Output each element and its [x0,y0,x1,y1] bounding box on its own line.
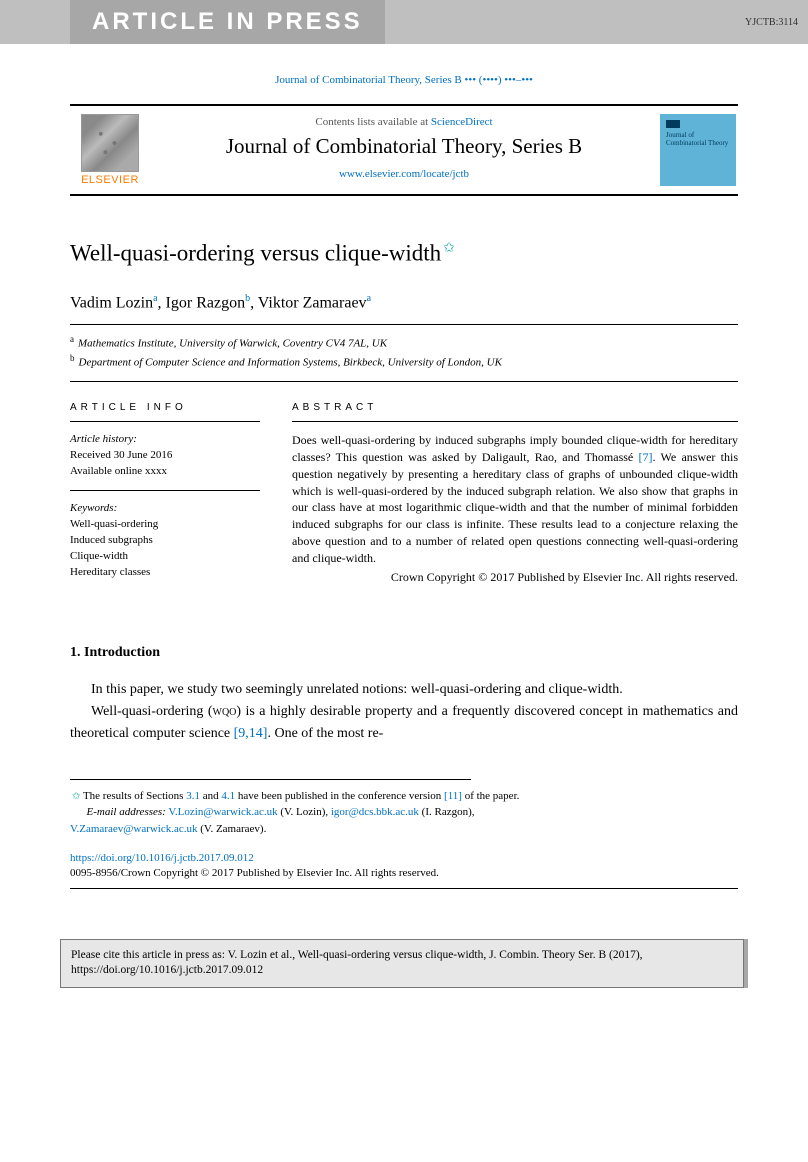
fn-a: The results of Sections [83,790,186,802]
star-icon: ✩ [72,791,80,802]
ref-11[interactable]: [11] [444,790,462,802]
elsevier-tree-icon [81,114,139,172]
citation-line: Journal of Combinatorial Theory, Series … [70,74,738,86]
abstract-column: ABSTRACT Does well-quasi-ordering by ind… [292,402,738,585]
footnote-emails-2: V.Zamaraev@warwick.ac.uk (V. Zamaraev). [70,821,738,838]
doi-block: https://doi.org/10.1016/j.jctb.2017.09.0… [70,851,738,889]
article-history: Article history: Received 30 June 2016 A… [70,432,260,491]
received-date: Received 30 June 2016 [70,448,260,464]
abstract-copyright: Crown Copyright © 2017 Published by Else… [292,569,738,586]
ref-3-1[interactable]: 3.1 [186,790,200,802]
cite-box: Please cite this article in press as: V.… [60,939,748,988]
abstract-text: Does well-quasi-ordering by induced subg… [292,432,738,566]
section-title: Introduction [84,645,160,660]
email-2-who: (I. Razgon), [419,806,475,818]
fn-mid: and [200,790,221,802]
keyword-4: Hereditary classes [70,565,260,581]
section-num: 1. [70,645,81,660]
contents-prefix: Contents lists available at [315,116,430,128]
ref-7[interactable]: [7] [639,450,653,464]
authors-line: Vadim Lozina, Igor Razgonb, Viktor Zamar… [70,293,738,325]
fn-c: of the paper. [462,790,519,802]
affiliation-a: Mathematics Institute, University of War… [78,338,387,350]
keyword-3: Clique-width [70,549,260,565]
author-3: , Viktor Zamaraev [250,294,366,311]
sciencedirect-link[interactable]: ScienceDirect [431,116,493,128]
abstract-heading: ABSTRACT [292,402,738,422]
press-banner: ARTICLE IN PRESS YJCTB:3114 [0,0,808,44]
para2-c: . One of the most re- [267,726,383,741]
journal-url[interactable]: www.elsevier.com/locate/jctb [339,168,469,180]
email-3[interactable]: V.Zamaraev@warwick.ac.uk [70,823,198,835]
keyword-2: Induced subgraphs [70,533,260,549]
wqo-abbrev: wqo [213,704,237,719]
elsevier-brand: ELSEVIER [81,174,139,186]
author-2: , Igor Razgon [158,294,246,311]
email-2[interactable]: igor@dcs.bbk.ac.uk [331,806,419,818]
info-abstract-row: ARTICLE INFO Article history: Received 3… [70,402,738,585]
article-info-heading: ARTICLE INFO [70,402,260,422]
doi-copyright: 0095-8956/Crown Copyright © 2017 Publish… [70,866,738,881]
article-info-column: ARTICLE INFO Article history: Received 3… [70,402,260,585]
cover-text: Journal of Combinatorial Theory [666,132,730,147]
author-1: Vadim Lozin [70,294,153,311]
journal-header: ELSEVIER Contents lists available at Sci… [70,104,738,196]
email-1-who: (V. Lozin), [278,806,331,818]
available-online: Available online xxxx [70,464,260,480]
affiliations: aMathematics Institute, University of Wa… [70,333,738,382]
journal-cover-thumb: Journal of Combinatorial Theory [660,114,736,186]
footnote-star-icon: ✩ [443,241,455,256]
journal-name: Journal of Combinatorial Theory, Series … [154,134,654,159]
ref-9-14[interactable]: [9,14] [234,726,268,741]
banner-left-stripe [0,0,70,44]
elsevier-logo: ELSEVIER [70,110,150,190]
keywords-label: Keywords: [70,501,260,517]
email-1[interactable]: V.Lozin@warwick.ac.uk [168,806,277,818]
affiliation-b: Department of Computer Science and Infor… [79,357,502,369]
intro-para-2: Well-quasi-ordering (wqo) is a highly de… [70,701,738,744]
article-title: Well-quasi-ordering versus clique-width✩ [70,240,738,267]
section-1-heading: 1. Introduction [70,645,738,661]
email-3-who: (V. Zamaraev). [198,823,267,835]
para2-a: Well-quasi-ordering ( [91,704,213,719]
intro-para-1: In this paper, we study two seemingly un… [70,679,738,701]
doi-link[interactable]: https://doi.org/10.1016/j.jctb.2017.09.0… [70,851,738,866]
footnote-star: ✩ The results of Sections 3.1 and 4.1 ha… [70,788,738,805]
title-text: Well-quasi-ordering versus clique-width [70,241,441,266]
banner-text: ARTICLE IN PRESS [70,0,385,44]
fn-b: have been published in the conference ve… [235,790,444,802]
author-3-aff: a [367,293,371,304]
keyword-1: Well-quasi-ordering [70,517,260,533]
history-label: Article history: [70,432,260,448]
keywords-block: Keywords: Well-quasi-ordering Induced su… [70,501,260,581]
banner-code: YJCTB:3114 [385,0,808,44]
footnote-rule [70,779,471,788]
footnote-emails: E-mail addresses: V.Lozin@warwick.ac.uk … [70,804,738,821]
ref-4-1[interactable]: 4.1 [221,790,235,802]
footnotes: ✩ The results of Sections 3.1 and 4.1 ha… [70,788,738,838]
contents-available: Contents lists available at ScienceDirec… [154,116,654,128]
email-label: E-mail addresses: [87,806,166,818]
